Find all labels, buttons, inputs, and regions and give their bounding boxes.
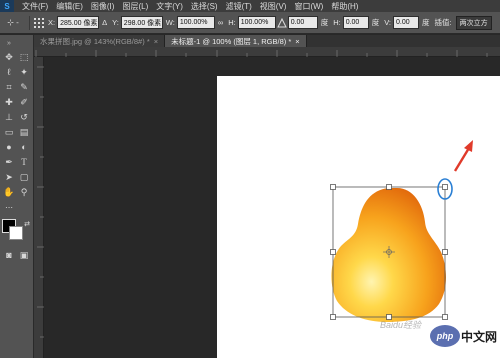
document-tab-bar: 水果拼图.jpg @ 143%(RGB/8#) * × 未标题-1 @ 100%… <box>34 35 500 47</box>
canvas-artwork <box>330 140 473 322</box>
transform-handle-top-right[interactable] <box>442 184 448 190</box>
menu-select[interactable]: 选择(S) <box>187 1 222 12</box>
menu-help[interactable]: 帮助(H) <box>327 1 362 12</box>
transform-handle-middle-right[interactable] <box>442 249 448 255</box>
height-scale-field[interactable]: 100.00% <box>237 16 276 29</box>
w-label: W: <box>165 18 175 27</box>
php-badge: php <box>430 325 460 347</box>
hand-tool-icon[interactable]: ✋ <box>3 186 15 198</box>
menu-bar: S 文件(F) 编辑(E) 图像(I) 图层(L) 文字(Y) 选择(S) 滤镜… <box>0 0 500 12</box>
tab-fruit-puzzle[interactable]: 水果拼图.jpg @ 143%(RGB/8#) * × <box>34 35 166 47</box>
options-bar: ⊹ - X: 285.00 像素 Δ Y: 298.00 像素 W: 100.0… <box>0 12 500 34</box>
vskew-unit: 度 <box>422 18 430 27</box>
history-brush-tool-icon[interactable]: ↺ <box>18 111 30 123</box>
transform-handle-top-center[interactable] <box>386 184 392 190</box>
transform-handle-bottom-right[interactable] <box>442 314 448 320</box>
menu-edit[interactable]: 编辑(E) <box>52 1 87 12</box>
brush-tool-icon[interactable]: ✐ <box>18 96 30 108</box>
document-canvas[interactable] <box>217 76 500 358</box>
screen-mode-icon[interactable]: ▣ <box>18 249 30 261</box>
y-position-field[interactable]: 298.00 像素 <box>120 16 163 29</box>
dodge-tool-icon[interactable]: ◐ <box>18 141 30 153</box>
menu-filter[interactable]: 滤镜(T) <box>222 1 256 12</box>
h-label: H: <box>228 18 236 27</box>
vskew-label: V: <box>384 18 391 27</box>
eyedropper-tool-icon[interactable]: ✎ <box>18 81 30 93</box>
rectangle-tool-icon[interactable]: ▢ <box>18 171 30 183</box>
php-cn-watermark: php 中文网 <box>430 323 498 353</box>
close-icon[interactable]: × <box>295 37 299 46</box>
tab-label: 水果拼图.jpg @ 143%(RGB/8#) * <box>40 36 150 46</box>
photoshop-logo-icon: S <box>0 0 14 12</box>
y-label: Y: <box>112 18 119 27</box>
vertical-skew-field[interactable]: 0.00 <box>393 16 419 29</box>
interpolation-label: 插值: <box>434 18 452 27</box>
more-tools-icon[interactable]: ⋯ <box>3 201 15 213</box>
magic-wand-tool-icon[interactable]: ✦ <box>18 66 30 78</box>
blur-tool-icon[interactable]: ● <box>3 141 15 153</box>
toolbox-collapse-icon[interactable]: » <box>3 37 15 49</box>
move-tool-icon[interactable]: ✥ <box>3 51 15 63</box>
horizontal-ruler <box>34 47 500 57</box>
eraser-tool-icon[interactable]: ▭ <box>3 126 15 138</box>
menu-layer[interactable]: 图层(L) <box>118 1 152 12</box>
swap-colors-icon[interactable]: ⇄ <box>21 218 33 230</box>
transform-handle-top-left[interactable] <box>330 184 336 190</box>
x-position-field[interactable]: 285.00 像素 <box>57 16 100 29</box>
crop-tool-icon[interactable]: ⌗ <box>3 81 15 93</box>
relative-position-icon[interactable]: Δ <box>102 18 107 27</box>
photoshop-window: { "app": { "logo": "S" }, "menubar": { "… <box>0 0 500 358</box>
interpolation-select[interactable]: 两次立方 <box>455 15 492 30</box>
lasso-tool-icon[interactable]: ℓ <box>3 66 15 78</box>
path-selection-tool-icon[interactable]: ➤ <box>3 171 15 183</box>
healing-brush-tool-icon[interactable]: ✚ <box>3 96 15 108</box>
reference-point-icon[interactable] <box>33 17 45 29</box>
quick-mask-icon[interactable]: ◙ <box>3 249 15 261</box>
menu-type[interactable]: 文字(Y) <box>152 1 187 12</box>
zoom-tool-icon[interactable]: ⚲ <box>18 186 30 198</box>
menu-window[interactable]: 窗口(W) <box>290 1 327 12</box>
link-icon[interactable]: ∞ <box>218 18 223 27</box>
php-cn-text: 中文网 <box>461 330 498 344</box>
x-label: X: <box>48 18 56 27</box>
angle-unit: 度 <box>320 18 329 27</box>
transform-handle-middle-left[interactable] <box>330 249 336 255</box>
transform-handle-bottom-left[interactable] <box>330 314 336 320</box>
red-arrow-annotation <box>453 140 473 172</box>
menu-file[interactable]: 文件(F) <box>18 1 52 12</box>
type-tool-icon[interactable]: T <box>18 156 30 168</box>
hskew-unit: 度 <box>371 18 380 27</box>
width-scale-field[interactable]: 100.00% <box>176 16 215 29</box>
close-icon[interactable]: × <box>154 37 158 46</box>
hskew-label: H: <box>333 18 341 27</box>
horizontal-skew-field[interactable]: 0.00 <box>342 16 369 29</box>
menu-image[interactable]: 图像(I) <box>87 1 119 12</box>
tab-label: 未标题-1 @ 100% (图层 1, RGB/8) * <box>171 36 292 46</box>
tab-untitled-1[interactable]: 未标题-1 @ 100% (图层 1, RGB/8) * × <box>165 35 307 47</box>
marquee-tool-icon[interactable]: ⬚ <box>18 51 30 63</box>
rotate-angle-icon <box>276 17 288 29</box>
clone-stamp-tool-icon[interactable]: ⊥ <box>3 111 15 123</box>
vertical-ruler <box>34 57 44 358</box>
toolbox: » ✥ ⬚ ℓ ✦ ⌗ ✎ ✚ ✐ ⊥ ↺ ▭ ▤ ● ◐ ✒ T ➤ ▢ ✋ … <box>0 35 34 358</box>
menu-view[interactable]: 视图(V) <box>256 1 291 12</box>
rotate-angle-field[interactable]: 0.00 <box>287 16 318 29</box>
gradient-tool-icon[interactable]: ▤ <box>18 126 30 138</box>
baidu-watermark: Baidu经验 <box>380 320 422 330</box>
tool-preset-picker[interactable]: ⊹ - <box>0 14 26 32</box>
pen-tool-icon[interactable]: ✒ <box>3 156 15 168</box>
options-divider <box>29 15 30 30</box>
